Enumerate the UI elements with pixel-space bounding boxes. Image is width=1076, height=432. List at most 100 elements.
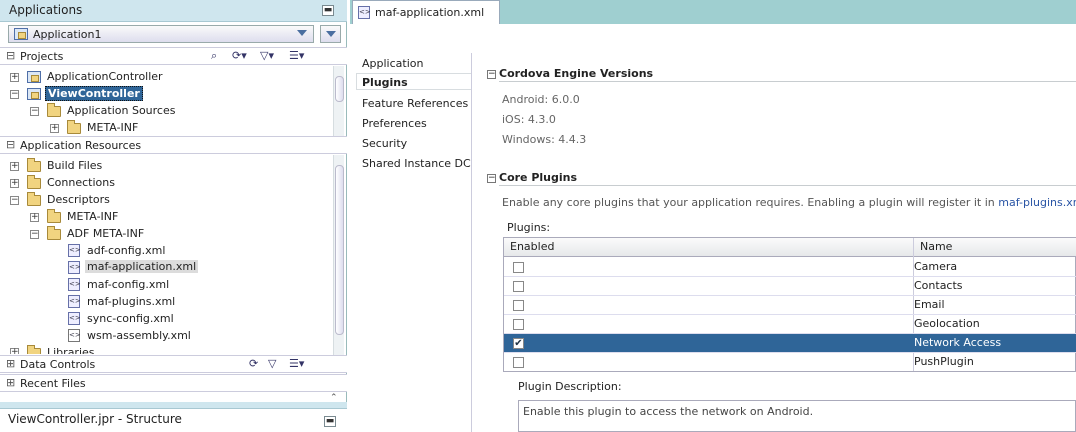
tree-item-connections[interactable]: + Connections (0, 175, 330, 191)
col-name-header[interactable]: Name (914, 238, 1076, 257)
tree-item-meta-inf-2[interactable]: + META-INF (0, 209, 330, 225)
options-icon[interactable]: ☰▾ (289, 49, 304, 62)
col-enabled-header[interactable]: Enabled (504, 238, 914, 257)
nav-application[interactable]: Application (362, 57, 423, 70)
collapse-icon[interactable]: − (30, 107, 39, 116)
tree-label: sync-config.xml (87, 312, 174, 325)
enabled-checkbox[interactable] (513, 319, 524, 330)
description-text: Enable any core plugins that your applic… (502, 196, 995, 209)
tree-item-maf-application[interactable]: <> maf-application.xml (0, 260, 330, 276)
tree-label: ApplicationController (47, 70, 163, 83)
application-menu-button[interactable] (320, 25, 341, 43)
tree-label: Connections (47, 176, 115, 189)
expand-icon[interactable]: + (10, 348, 19, 354)
search-icon[interactable]: ⌕ (211, 49, 217, 63)
table-row[interactable]: Camera (504, 258, 1076, 277)
refresh-icon[interactable]: ⟳ (249, 357, 258, 370)
tree-item-viewcontroller[interactable]: − ViewController (0, 86, 330, 102)
tree-item-meta-inf[interactable]: + META-INF (0, 120, 330, 136)
tree-item-applicationcontroller[interactable]: + ApplicationController (0, 69, 330, 85)
app-resources-section-header[interactable]: ⊟ Application Resources (0, 136, 347, 154)
collapse-icon[interactable]: − (30, 230, 39, 239)
collapse-icon[interactable]: − (10, 90, 19, 99)
tree-item-sync-config[interactable]: <> sync-config.xml (0, 311, 330, 327)
applications-panel: Applications ▬ Application1 ⊟ Projects ⌕… (0, 0, 347, 432)
version-windows: Windows: 4.4.3 (502, 133, 587, 146)
nav-plugins[interactable]: Plugins (356, 73, 472, 90)
expand-icon[interactable]: + (30, 213, 39, 222)
expand-icon[interactable]: + (10, 162, 19, 171)
maf-plugins-link[interactable]: maf-plugins.xml (998, 196, 1076, 209)
collapse-icon[interactable]: − (487, 70, 496, 79)
tab-label: maf-application.xml (375, 6, 485, 19)
nav-preferences[interactable]: Preferences (362, 117, 427, 130)
app-resources-title: Application Resources (20, 139, 142, 152)
collapse-icon[interactable]: − (487, 174, 496, 183)
projects-section-header[interactable]: ⊟ Projects ⌕ ⟳▾ ▽▾ ☰▾ (0, 47, 347, 65)
tree-item-adf-meta-inf[interactable]: − ADF META-INF (0, 226, 330, 242)
tree-label: ADF META-INF (67, 227, 145, 240)
tree-label: Build Files (47, 159, 103, 172)
tree-item-libraries[interactable]: + Libraries (0, 345, 330, 354)
filter-icon[interactable]: ▽▾ (260, 49, 274, 62)
tree-item-application-sources[interactable]: − Application Sources (0, 103, 330, 119)
plugin-description-text: Enable this plugin to access the network… (523, 405, 814, 418)
minimize-icon[interactable]: ▬ (324, 416, 336, 427)
table-row[interactable]: PushPlugin (504, 353, 1076, 372)
tree-item-maf-config[interactable]: <> maf-config.xml (0, 277, 330, 293)
enabled-checkbox[interactable] (513, 262, 524, 273)
expand-icon[interactable]: + (50, 124, 59, 133)
tree-label: Libraries (47, 346, 95, 354)
col-name-label: Name (920, 240, 953, 253)
tree-item-descriptors[interactable]: − Descriptors (0, 192, 330, 208)
plugins-table: Enabled Name Camera Contacts Email Geolo… (503, 237, 1076, 372)
enabled-checkbox[interactable] (513, 281, 524, 292)
tree-label: Application Sources (67, 104, 176, 117)
expand-icon[interactable]: + (10, 179, 19, 188)
structure-title: ViewController.jpr - Structure (8, 412, 182, 426)
resources-scrollbar[interactable] (333, 155, 344, 355)
plugin-description-label: Plugin Description: (518, 380, 622, 393)
nav-feature-references[interactable]: Feature References (362, 97, 468, 110)
tree-item-adf-config[interactable]: <> adf-config.xml (0, 243, 330, 259)
collapse-icon[interactable]: ⊟ (6, 49, 15, 62)
expand-icon[interactable]: + (10, 73, 19, 82)
xml-file-icon: <> (68, 278, 81, 291)
enabled-checkbox-checked[interactable]: ✔ (513, 338, 524, 349)
refresh-icon[interactable]: ⟳▾ (232, 49, 247, 62)
recent-files-section-header[interactable]: ⊞ Recent Files (0, 374, 347, 392)
collapse-icon[interactable]: ⊟ (6, 138, 15, 151)
table-row[interactable]: Geolocation (504, 315, 1076, 334)
table-row[interactable]: Email (504, 296, 1076, 315)
enabled-checkbox[interactable] (513, 300, 524, 311)
plugin-name: Contacts (914, 279, 963, 292)
xml-file-icon: <> (68, 295, 81, 308)
table-row-selected[interactable]: ✔ Network Access (504, 334, 1076, 353)
xml-file-icon: <> (358, 6, 371, 19)
tree-label: Descriptors (47, 193, 110, 206)
table-row[interactable]: Contacts (504, 277, 1076, 296)
xml-file-icon: <> (68, 261, 81, 274)
nav-security[interactable]: Security (362, 137, 407, 150)
nav-shared-instance-dc[interactable]: Shared Instance DC (362, 157, 471, 170)
tree-item-maf-plugins[interactable]: <> maf-plugins.xml (0, 294, 330, 310)
tree-item-build-files[interactable]: + Build Files (0, 158, 330, 174)
application-selector[interactable]: Application1 (8, 25, 314, 43)
xml-file-icon: <> (68, 312, 81, 325)
chevron-down-icon (326, 31, 336, 37)
expand-icon[interactable]: ⊞ (6, 357, 15, 370)
projects-scrollbar[interactable] (333, 66, 344, 136)
minimize-icon[interactable]: ▬ (322, 5, 334, 16)
options-icon[interactable]: ☰▾ (289, 357, 304, 370)
filter-icon[interactable]: ▽ (268, 357, 276, 370)
editor-tab-maf-application[interactable]: <> maf-application.xml (352, 0, 500, 24)
section-divider (499, 81, 1076, 82)
collapse-icon[interactable]: − (10, 196, 19, 205)
data-controls-section-header[interactable]: ⊞ Data Controls ⟳ ▽ ☰▾ (0, 355, 347, 373)
recent-files-title: Recent Files (20, 377, 86, 390)
tree-item-wsm-assembly[interactable]: <> wsm-assembly.xml (0, 328, 330, 344)
enabled-checkbox[interactable] (513, 357, 524, 368)
expand-icon[interactable]: ⊞ (6, 376, 15, 389)
plugin-name: Camera (914, 260, 958, 273)
folder-icon (27, 192, 41, 206)
